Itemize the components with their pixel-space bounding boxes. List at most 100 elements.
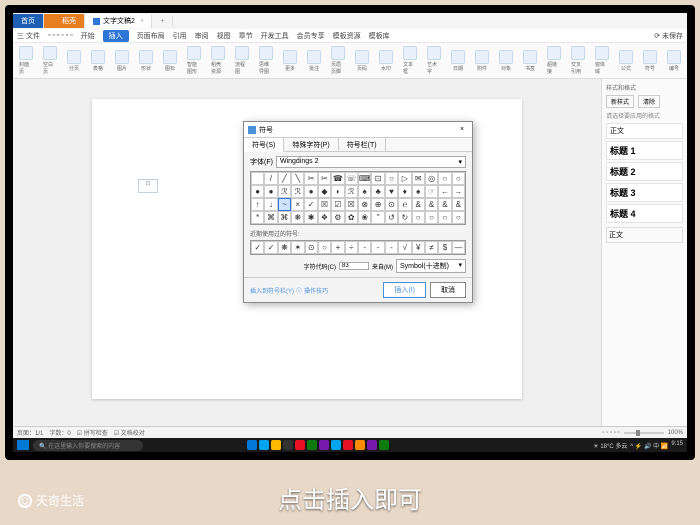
- ribbon-公式[interactable]: 公式: [617, 50, 635, 72]
- symbol-cell[interactable]: ↑: [251, 198, 264, 211]
- symbol-cell[interactable]: ╲: [291, 172, 304, 185]
- ribbon-表格[interactable]: 表格: [89, 50, 107, 72]
- close-icon[interactable]: ×: [456, 126, 468, 133]
- symbol-cell[interactable]: *: [251, 211, 264, 224]
- symbol-cell[interactable]: /: [264, 172, 277, 185]
- symbol-cell[interactable]: ●: [264, 185, 277, 198]
- symbol-cell[interactable]: ●: [251, 185, 264, 198]
- symbol-cell[interactable]: ~: [278, 198, 291, 211]
- symbol-cell[interactable]: ℛ: [278, 185, 291, 198]
- ribbon-对象[interactable]: 对象: [497, 50, 515, 72]
- symbol-cell[interactable]: ☏: [345, 172, 358, 185]
- ribbon-图标[interactable]: 图标: [161, 50, 179, 72]
- weather-widget[interactable]: ☀ 18°C 多云: [593, 441, 627, 450]
- menu-insert[interactable]: 插入: [103, 30, 129, 42]
- style-h3[interactable]: 标题 3: [606, 183, 683, 202]
- recent-symbol-cell[interactable]: ¥: [412, 241, 425, 254]
- ribbon-空白页[interactable]: 空白页: [41, 46, 59, 75]
- menu-member[interactable]: 会员专享: [297, 31, 325, 41]
- symbol-cell[interactable]: ♦: [398, 185, 411, 198]
- symbol-cell[interactable]: ◗: [331, 185, 344, 198]
- menu-chapter[interactable]: 章节: [239, 31, 253, 41]
- symbol-cell[interactable]: ⌘: [278, 211, 291, 224]
- symbol-cell[interactable]: ×: [291, 198, 304, 211]
- symbol-cell[interactable]: &: [452, 198, 465, 211]
- clock[interactable]: 9:15: [671, 441, 683, 450]
- symbol-cell[interactable]: ☑: [331, 198, 344, 211]
- status-docfix[interactable]: ☑ 文档校对: [114, 428, 145, 437]
- tab-home[interactable]: 首页: [13, 14, 44, 28]
- ribbon-页眉页脚[interactable]: 页眉页脚: [329, 46, 347, 75]
- symbol-cell[interactable]: ◎: [425, 172, 438, 185]
- tab-special[interactable]: 特殊字符(P): [284, 138, 338, 151]
- tab-docker[interactable]: 稻壳: [44, 14, 85, 28]
- recent-symbol-cell[interactable]: ✓: [264, 241, 277, 254]
- symbol-cell[interactable]: &: [412, 198, 425, 211]
- zoom-slider[interactable]: [624, 432, 664, 434]
- symbol-cell[interactable]: ↻: [398, 211, 411, 224]
- symbol-cell[interactable]: ✱: [304, 211, 317, 224]
- symbol-cell[interactable]: &: [425, 198, 438, 211]
- recent-symbol-cell[interactable]: ✶: [291, 241, 304, 254]
- new-style-btn[interactable]: 新样式: [606, 95, 634, 108]
- ribbon-流程图[interactable]: 流程图: [233, 46, 251, 75]
- tab-symbolbar[interactable]: 符号栏(T): [339, 138, 386, 151]
- ribbon-页码[interactable]: 页码: [353, 50, 371, 72]
- symbol-cell[interactable]: ○: [425, 211, 438, 224]
- symbol-cell[interactable]: ♥: [385, 185, 398, 198]
- recent-symbol-cell[interactable]: ✓: [251, 241, 264, 254]
- symbol-cell[interactable]: ✓: [304, 198, 317, 211]
- symbol-cell[interactable]: ⊗: [358, 198, 372, 211]
- ribbon-交叉引用[interactable]: 交叉引用: [569, 46, 587, 75]
- symbol-cell[interactable]: ▷: [398, 172, 411, 185]
- ribbon-文本框[interactable]: 文本框: [401, 46, 419, 75]
- symbol-cell[interactable]: [251, 172, 264, 185]
- menu-view[interactable]: 视图: [217, 31, 231, 41]
- status-spell[interactable]: ☑ 拼写检查: [77, 428, 108, 437]
- zoom-value[interactable]: 100%: [668, 430, 683, 436]
- symbol-cell[interactable]: ○: [438, 172, 451, 185]
- view-icons[interactable]: ▫ ▫ ▫ ▫ ▫: [602, 430, 619, 436]
- recent-symbol-cell[interactable]: $: [438, 241, 451, 254]
- symbol-cell[interactable]: ⌨: [358, 172, 372, 185]
- recent-symbol-cell[interactable]: ○: [318, 241, 331, 254]
- symbol-cell[interactable]: &: [438, 198, 451, 211]
- symbol-cell[interactable]: ✿: [345, 211, 358, 224]
- code-input[interactable]: [339, 262, 369, 270]
- taskbar-apps[interactable]: [247, 440, 389, 450]
- operate-tips[interactable]: 操作技巧: [304, 286, 328, 295]
- symbol-cell[interactable]: ↺: [385, 211, 398, 224]
- from-select[interactable]: Symbol(十进制)▾: [396, 259, 466, 273]
- recent-symbol-cell[interactable]: ≠: [425, 241, 438, 254]
- tray-icons[interactable]: ^ ⚡ 🔊 中 📶: [630, 441, 668, 450]
- recent-symbol-cell[interactable]: -: [385, 241, 398, 254]
- taskbar-search[interactable]: 🔍 在这里输入你要搜索的内容: [33, 440, 143, 451]
- ribbon-窗体域[interactable]: 窗体域: [593, 46, 611, 75]
- tab-document[interactable]: 文字文稿2•: [85, 14, 152, 28]
- symbol-cell[interactable]: ♠: [358, 185, 372, 198]
- symbol-cell[interactable]: ℮: [398, 198, 411, 211]
- menu-tpl[interactable]: 模板资源: [333, 31, 361, 41]
- cancel-button[interactable]: 取消: [430, 282, 466, 298]
- menu-review[interactable]: 审阅: [195, 31, 209, 41]
- insert-button[interactable]: 插入(I): [383, 282, 426, 298]
- recent-symbol-cell[interactable]: ❋: [278, 241, 291, 254]
- symbol-cell[interactable]: ⌘: [264, 211, 277, 224]
- symbol-cell[interactable]: ✂: [304, 172, 317, 185]
- symbol-cell[interactable]: ⊙: [385, 198, 398, 211]
- symbol-cell[interactable]: ○: [438, 211, 451, 224]
- symbol-cell[interactable]: ○: [412, 211, 425, 224]
- style-body[interactable]: 正文: [606, 123, 683, 139]
- menu-ref[interactable]: 引用: [173, 31, 187, 41]
- tab-add[interactable]: +: [152, 16, 173, 27]
- help-icon[interactable]: ⓘ: [296, 286, 302, 295]
- symbol-cell[interactable]: ☞: [425, 185, 438, 198]
- ribbon-分页[interactable]: 分页: [65, 50, 83, 72]
- symbol-cell[interactable]: ☒: [318, 198, 331, 211]
- symbol-cell[interactable]: ℛ: [345, 185, 358, 198]
- recent-symbol-cell[interactable]: -: [358, 241, 371, 254]
- symbol-cell[interactable]: ❋: [291, 211, 304, 224]
- ribbon-批注[interactable]: 批注: [305, 50, 323, 72]
- symbol-cell[interactable]: ⊕: [371, 198, 384, 211]
- symbol-cell[interactable]: ☎: [331, 172, 344, 185]
